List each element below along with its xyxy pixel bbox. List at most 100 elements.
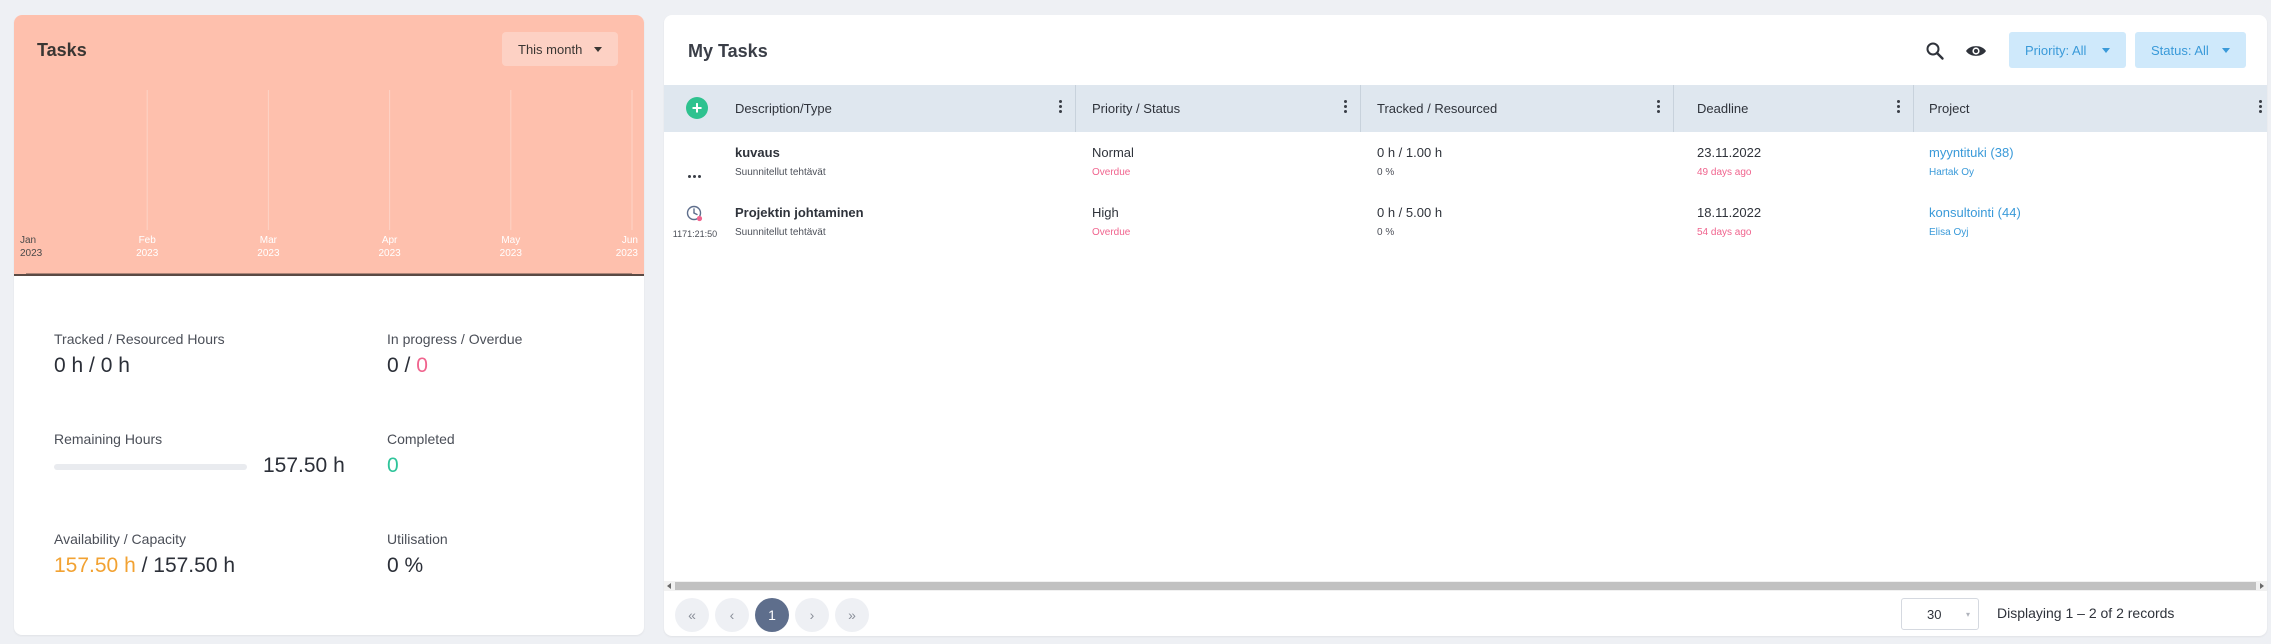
scroll-right-icon[interactable]: [2260, 583, 2264, 589]
task-deadline: 18.11.2022: [1697, 205, 1762, 220]
task-deadline-relative: 54 days ago: [1697, 227, 1752, 238]
client-link[interactable]: Hartak Oy: [1929, 167, 2014, 178]
task-type: Suunnitellut tehtävät: [735, 227, 826, 238]
remaining-hours-label: Remaining Hours: [54, 431, 163, 447]
task-name[interactable]: Projektin johtaminen: [735, 205, 864, 220]
scrollbar-thumb[interactable]: [675, 582, 2256, 590]
client-link[interactable]: Elisa Oyj: [1929, 227, 2021, 238]
caret-down-icon: [2222, 48, 2230, 53]
visibility-button[interactable]: [1962, 37, 1990, 65]
task-deadline-relative: 49 days ago: [1697, 167, 1752, 178]
utilisation-label: Utilisation: [387, 531, 448, 547]
my-tasks-title: My Tasks: [688, 41, 768, 61]
tasks-summary-card: Jan 2023 Feb 2023 Mar 2023 Apr 2023 May 2023 Jun 20…: [14, 15, 644, 635]
column-header-project[interactable]: Project: [1929, 85, 1969, 132]
remaining-hours-stat: Remaining Hours 157.50 h: [54, 431, 345, 478]
period-dropdown-label: This month: [518, 41, 583, 57]
chart-x-tick-month: Jun: [621, 235, 638, 246]
status-filter-dropdown[interactable]: Status: All: [2135, 32, 2246, 68]
priority-filter-dropdown[interactable]: Priority: All: [2009, 32, 2126, 68]
deadline-cell: 18.11.2022 54 days ago: [1697, 205, 1761, 238]
task-name[interactable]: kuvaus: [735, 145, 826, 160]
column-menu-icon[interactable]: [1057, 100, 1063, 116]
table-row[interactable]: 1171:21:50 Projektin johtaminen Suunnite…: [664, 205, 2267, 265]
utilisation-value: 0 %: [387, 554, 424, 577]
previous-page-icon: ‹: [729, 607, 735, 623]
column-menu-icon[interactable]: [2257, 100, 2263, 116]
clock-icon: [686, 205, 703, 222]
in-progress-overdue-label: In progress / Overdue: [387, 331, 523, 347]
column-menu-icon[interactable]: [1655, 100, 1661, 116]
horizontal-scrollbar[interactable]: [664, 581, 2267, 591]
column-divider[interactable]: [1913, 85, 1914, 132]
page-size-select[interactable]: 30 ▾: [1901, 598, 1979, 630]
column-divider[interactable]: [1360, 85, 1361, 132]
first-page-icon: «: [688, 607, 696, 623]
chart-x-tick-month: Feb: [138, 235, 156, 246]
column-header-description[interactable]: Description/Type: [735, 85, 832, 132]
first-page-button[interactable]: «: [675, 598, 709, 632]
chart-x-tick-year: 2023: [378, 248, 401, 259]
table-row[interactable]: kuvaus Suunnitellut tehtävät Normal Over…: [664, 145, 2267, 205]
chart-x-tick-year: 2023: [20, 248, 43, 259]
column-menu-icon[interactable]: [1342, 100, 1348, 116]
last-page-button[interactable]: »: [835, 598, 869, 632]
completed-stat: Completed 0: [387, 431, 455, 478]
utilisation-stat: Utilisation 0 %: [387, 531, 448, 578]
next-page-button[interactable]: ›: [795, 598, 829, 632]
project-link[interactable]: konsultointi (44): [1929, 205, 2021, 220]
column-header-deadline[interactable]: Deadline: [1697, 85, 1748, 132]
chart-x-tick-month: Mar: [259, 235, 277, 246]
chart-x-tick-label: Jan 2023: [20, 234, 70, 260]
scroll-left-icon[interactable]: [667, 583, 671, 589]
task-percent: 0 %: [1377, 167, 1395, 178]
capacity-value: 157.50 h: [153, 554, 236, 577]
column-menu-icon[interactable]: [1895, 100, 1901, 116]
task-status: Overdue: [1092, 167, 1131, 178]
priority-status-cell: High Overdue: [1092, 205, 1130, 238]
status-filter-label: Status: All: [2151, 42, 2209, 58]
project-link[interactable]: myyntituki (38): [1929, 145, 2014, 160]
caret-down-icon: [594, 47, 602, 52]
chart-x-tick-label: Mar 2023: [243, 234, 293, 260]
priority-status-cell: Normal Overdue: [1092, 145, 1134, 178]
in-progress-overdue-stat: In progress / Overdue 0 / 0: [387, 331, 522, 378]
availability-capacity-value: 157.50 h / 157.50 h: [54, 554, 236, 577]
records-count: Displaying 1 – 2 of 2 records: [1997, 605, 2175, 621]
tasks-table-header: + Description/Type Priority / Status Tra…: [664, 85, 2267, 132]
tracked-resourced-stat: Tracked / Resourced Hours 0 h / 0 h: [54, 331, 225, 378]
tasks-chart: Jan 2023 Feb 2023 Mar 2023 Apr 2023 May 2023 Jun 20…: [14, 15, 644, 276]
column-header-priority-status[interactable]: Priority / Status: [1092, 85, 1180, 132]
column-divider[interactable]: [1075, 85, 1076, 132]
add-task-button[interactable]: +: [686, 97, 708, 119]
page-button-current[interactable]: 1: [755, 598, 789, 632]
task-priority: Normal: [1092, 145, 1134, 160]
running-timer[interactable]: 1171:21:50: [672, 205, 718, 239]
chart-x-tick-label: Feb 2023: [122, 234, 172, 260]
last-page-icon: »: [848, 607, 856, 623]
search-button[interactable]: [1921, 37, 1949, 65]
tasks-card-title: Tasks: [37, 40, 87, 60]
page-size-value: 30: [1927, 606, 1942, 622]
deadline-cell: 23.11.2022 49 days ago: [1697, 145, 1761, 178]
task-type: Suunnitellut tehtävät: [735, 167, 826, 178]
chevron-down-icon: ▾: [1965, 610, 1970, 619]
search-icon: [1926, 42, 1944, 60]
row-actions-icon[interactable]: [688, 165, 703, 183]
project-cell: myyntituki (38) Hartak Oy: [1929, 145, 2014, 178]
previous-page-button[interactable]: ‹: [715, 598, 749, 632]
task-description-cell: kuvaus Suunnitellut tehtävät: [735, 145, 826, 178]
availability-capacity-stat: Availability / Capacity 157.50 h / 157.5…: [54, 531, 235, 578]
column-header-tracked[interactable]: Tracked / Resourced: [1377, 85, 1497, 132]
chart-x-tick-label: Apr 2023: [365, 234, 415, 260]
completed-label: Completed: [387, 431, 455, 447]
chart-x-tick-year: 2023: [257, 248, 280, 259]
remaining-hours-progress-bar: [54, 464, 247, 470]
tracked-cell: 0 h / 5.00 h 0 %: [1377, 205, 1442, 238]
period-dropdown[interactable]: This month: [502, 32, 618, 66]
in-progress-overdue-value: 0 / 0: [387, 354, 428, 377]
chart-x-tick-label: May 2023: [486, 234, 536, 260]
column-divider[interactable]: [1673, 85, 1674, 132]
overdue-count: 0: [416, 354, 428, 377]
tracked-cell: 0 h / 1.00 h 0 %: [1377, 145, 1442, 178]
